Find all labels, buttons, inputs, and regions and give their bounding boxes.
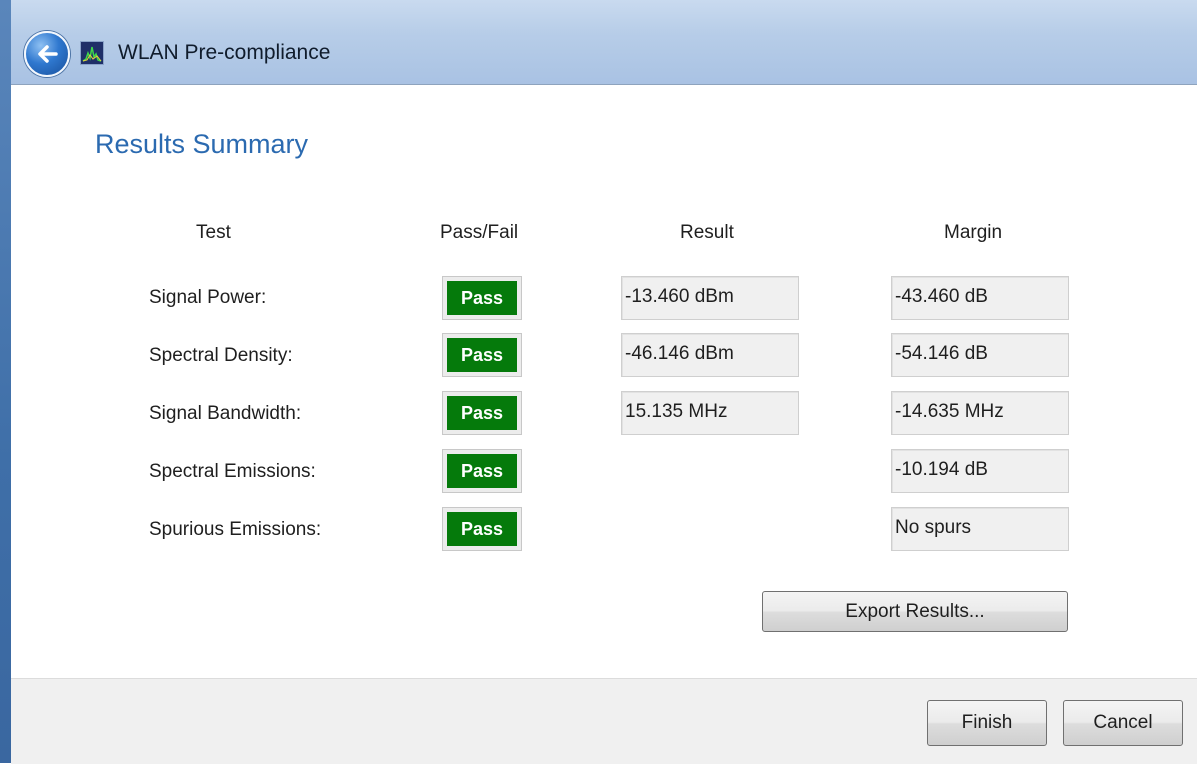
status-badge-label: Pass [447, 454, 517, 488]
row-label-spurious-emissions: Spurious Emissions: [149, 519, 322, 540]
column-header-margin: Margin [944, 222, 1003, 243]
margin-field-signal-power: -43.460 dB [891, 276, 1069, 320]
finish-button[interactable]: Finish [927, 700, 1047, 746]
status-badge-spectral-density: Pass [442, 333, 522, 377]
cancel-button[interactable]: Cancel [1063, 700, 1183, 746]
export-results-button[interactable]: Export Results... [762, 591, 1068, 632]
status-badge-spectral-emissions: Pass [442, 449, 522, 493]
page-title: Results Summary [95, 129, 309, 159]
row-label-signal-bandwidth: Signal Bandwidth: [149, 403, 302, 424]
window-title: WLAN Pre-compliance [118, 41, 331, 64]
status-badge-signal-bandwidth: Pass [442, 391, 522, 435]
window-frame-left [0, 0, 11, 763]
status-badge-label: Pass [447, 338, 517, 372]
status-badge-spurious-emissions: Pass [442, 507, 522, 551]
result-field-signal-bandwidth: 15.135 MHz [621, 391, 799, 435]
row-label-spectral-density: Spectral Density: [149, 345, 293, 366]
status-badge-label: Pass [447, 396, 517, 430]
status-badge-label: Pass [447, 512, 517, 546]
spectrum-app-icon [80, 41, 104, 65]
result-field-signal-power: -13.460 dBm [621, 276, 799, 320]
margin-field-signal-bandwidth: -14.635 MHz [891, 391, 1069, 435]
content-panel [11, 84, 1197, 679]
margin-field-spurious-emissions: No spurs [891, 507, 1069, 551]
back-arrow-icon [38, 45, 58, 63]
margin-field-spectral-density: -54.146 dB [891, 333, 1069, 377]
column-header-result: Result [680, 222, 734, 243]
status-badge-signal-power: Pass [442, 276, 522, 320]
row-label-spectral-emissions: Spectral Emissions: [149, 461, 316, 482]
column-header-pass-fail: Pass/Fail [440, 222, 519, 243]
row-label-signal-power: Signal Power: [149, 287, 267, 308]
back-button[interactable] [24, 31, 70, 77]
margin-field-spectral-emissions: -10.194 dB [891, 449, 1069, 493]
result-field-spectral-density: -46.146 dBm [621, 333, 799, 377]
column-header-test: Test [196, 222, 231, 243]
status-badge-label: Pass [447, 281, 517, 315]
